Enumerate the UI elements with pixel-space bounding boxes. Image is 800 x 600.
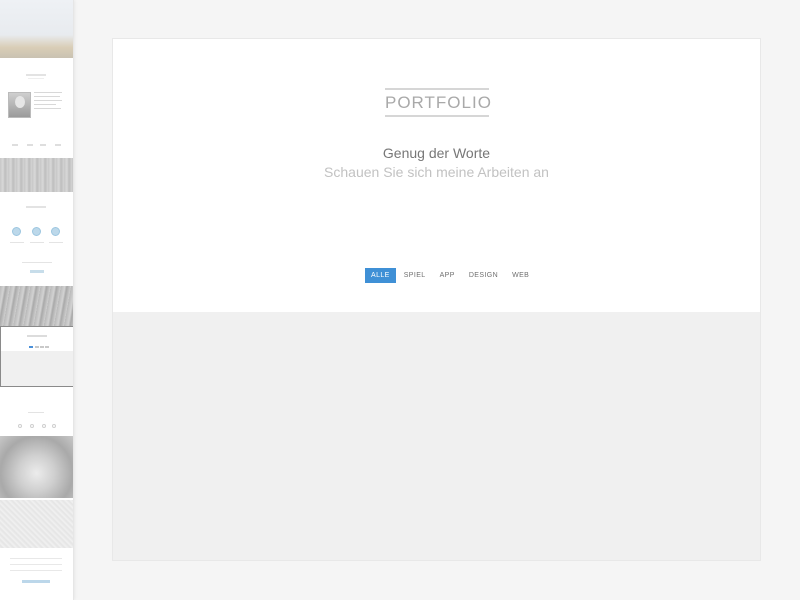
- thumbnail-stat: [27, 144, 33, 146]
- thumbnail-button: [30, 270, 44, 273]
- filter-app-button[interactable]: APP: [434, 268, 461, 283]
- thumbnail-service-icon: [12, 227, 21, 236]
- thumbnail-service-icon: [32, 227, 41, 236]
- thumbnail-portfolio-section-selected[interactable]: [0, 326, 73, 387]
- thumbnail-text-line: [22, 262, 52, 263]
- thumbnail-icon: [42, 424, 46, 428]
- thumbnail-filter-dot: [45, 346, 49, 348]
- thumbnail-text-line: [10, 558, 62, 559]
- thumbnail-parallax-section-2[interactable]: [0, 286, 73, 326]
- thumbnail-contact-section[interactable]: [0, 388, 73, 436]
- thumbnail-crowd-section[interactable]: [0, 500, 73, 548]
- thumbnail-hero-section[interactable]: [0, 0, 73, 58]
- thumbnail-text-line: [34, 92, 62, 93]
- portfolio-subheadline: Schauen Sie sich meine Arbeiten an: [324, 164, 549, 180]
- thumbnail-text-line: [10, 242, 24, 243]
- thumbnail-icon: [52, 424, 56, 428]
- thumbnail-footer-section[interactable]: [0, 548, 73, 600]
- thumbnail-text-line: [10, 570, 62, 571]
- thumbnail-profile-photo: [8, 92, 31, 118]
- thumbnail-filter-dot: [40, 346, 44, 348]
- portfolio-header-area: PORTFOLIO Genug der Worte Schauen Sie si…: [113, 39, 760, 312]
- filter-web-button[interactable]: WEB: [506, 268, 535, 283]
- thumbnail-services-section[interactable]: [0, 192, 73, 286]
- thumbnail-stat: [55, 144, 61, 146]
- thumbnail-portfolio-gallery: [1, 351, 73, 386]
- thumbnail-stat: [40, 144, 46, 146]
- filter-design-button[interactable]: DESIGN: [463, 268, 504, 283]
- thumbnail-filter-dot: [35, 346, 39, 348]
- portfolio-title: PORTFOLIO: [385, 88, 491, 117]
- thumbnail-subheading-bar: [28, 78, 44, 79]
- thumbnail-button: [22, 580, 50, 583]
- thumbnail-heading-bar: [28, 412, 44, 413]
- thumbnail-text-line: [34, 100, 62, 101]
- thumbnail-service-icon: [51, 227, 60, 236]
- thumbnail-parallax-section[interactable]: [0, 158, 73, 192]
- thumbnail-heading-bar: [27, 335, 47, 337]
- thumbnail-icon: [18, 424, 22, 428]
- thumbnail-text-line: [34, 108, 61, 109]
- thumbnail-stadium-section[interactable]: [0, 436, 73, 498]
- section-thumbnail-strip[interactable]: [0, 0, 74, 600]
- thumbnail-about-section[interactable]: [0, 58, 73, 158]
- filter-game-button[interactable]: SPIEL: [398, 268, 432, 283]
- thumbnail-icon: [30, 424, 34, 428]
- thumbnail-text-line: [30, 242, 44, 243]
- filter-all-button[interactable]: ALLE: [365, 268, 396, 283]
- portfolio-headline: Genug der Worte: [382, 145, 491, 161]
- thumbnail-stat: [12, 144, 18, 146]
- thumbnail-heading-bar: [26, 74, 46, 76]
- thumbnail-text-line: [10, 564, 62, 565]
- portfolio-section-preview: PORTFOLIO Genug der Worte Schauen Sie si…: [112, 38, 761, 561]
- thumbnail-text-line: [34, 104, 56, 105]
- portfolio-filter-bar: ALLE SPIEL APP DESIGN WEB: [365, 268, 537, 283]
- thumbnail-text-line: [49, 242, 63, 243]
- thumbnail-text-line: [34, 96, 60, 97]
- thumbnail-filter-dot-active: [29, 346, 33, 348]
- thumbnail-heading-bar: [26, 206, 46, 208]
